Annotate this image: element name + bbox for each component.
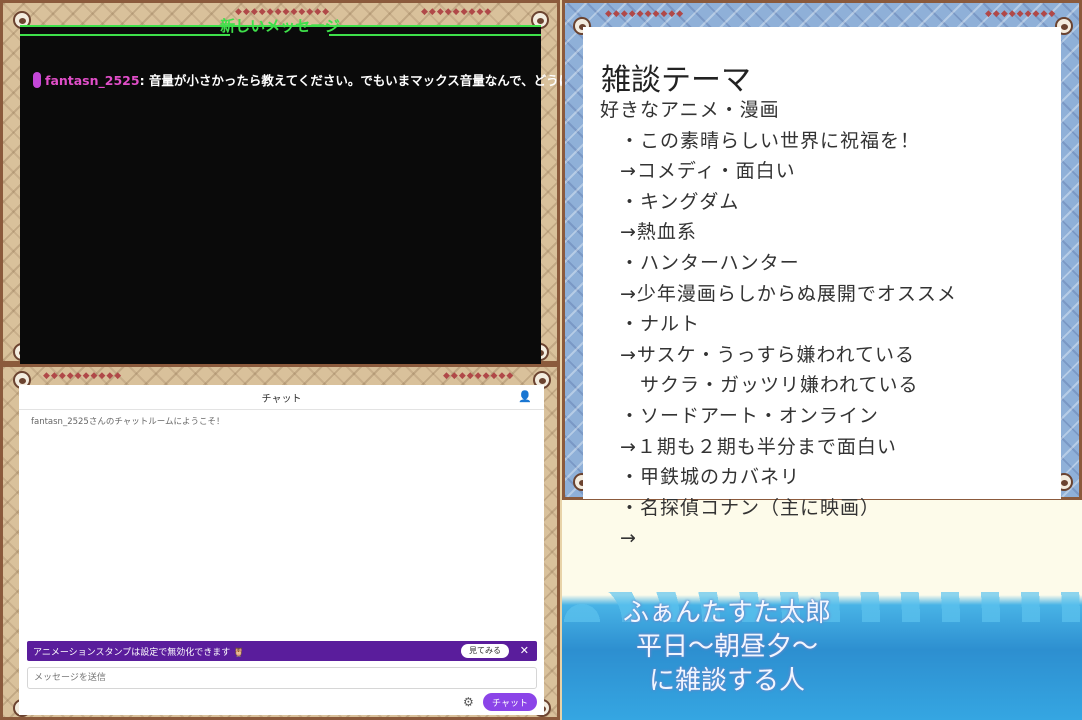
notes-line: →サスケ・うっすら嫌われている: [600, 343, 916, 366]
caption-line: に雑談する人: [648, 666, 805, 696]
caption-line: 平日～朝昼夕～: [635, 632, 818, 662]
notes-line: ・甲鉄城のカバネリ: [600, 466, 801, 489]
users-icon[interactable]: 👤: [518, 390, 532, 403]
notes-line: ・ハンターハンター: [600, 251, 800, 274]
promo-view-button[interactable]: 見てみる: [461, 644, 509, 658]
title-rule: [20, 34, 230, 36]
streamer-caption: ふぁんたすた太郎 平日～朝昼夕～ に雑談する人: [562, 596, 892, 698]
notes-line: ・ソードアート・オンライン: [600, 404, 879, 427]
send-chat-button[interactable]: チャット: [483, 693, 537, 711]
gear-icon[interactable]: ⚙: [463, 695, 474, 709]
decor-diamonds: ◆◆◆◆◆◆◆◆◆: [985, 9, 1057, 19]
notes-line: ・ナルト: [600, 313, 701, 336]
decor-diamonds: ◆◆◆◆◆◆◆◆◆: [421, 7, 493, 17]
close-icon[interactable]: ✕: [520, 644, 529, 657]
chat-welcome-message: fantasn_2525さんのチャットルームにようこそ！: [31, 417, 225, 427]
decor-diamonds: ◆◆◆◆◆◆◆◆◆◆: [605, 9, 685, 19]
notes-line: →少年漫画らしからぬ展開でオススメ: [600, 282, 957, 305]
decor-diamonds: ◆◆◆◆◆◆◆◆◆◆: [43, 371, 123, 381]
notes-title: 雑談テーマ: [601, 63, 751, 98]
notes-line: サクラ・ガッツリ嫌われている: [600, 374, 919, 397]
promo-text: アニメーションスタンプは設定で無効化できます 🦉: [33, 648, 245, 658]
notes-line: →１期も２期も半分まで面白い: [600, 435, 897, 458]
promo-banner: アニメーションスタンプは設定で無効化できます 🦉 見てみる ✕: [27, 641, 537, 661]
chat-message-input[interactable]: [27, 667, 537, 689]
title-rule: [329, 34, 541, 36]
notes-line: →コメディ・面白い: [600, 160, 796, 183]
new-message-panel: ◆◆◆◆◆◆◆◆◆◆◆◆ ◆◆◆◆◆◆◆◆◆ 新しいメッセージ fantasn_…: [0, 0, 658, 365]
notes-line: ・キングダム: [600, 190, 740, 213]
caption-line: ふぁんたすた太郎: [622, 598, 831, 628]
decor-diamonds: ◆◆◆◆◆◆◆◆◆: [443, 371, 515, 381]
chat-header: チャット 👤: [19, 385, 544, 410]
message-username: fantasn_2525: [45, 73, 140, 88]
notes-line: →: [600, 527, 637, 550]
notes-line: →熱血系: [600, 221, 697, 244]
notes-line: ・名探偵コナン（主に映画）: [600, 496, 881, 519]
notes-list: 好きなアニメ・漫画 ・この素晴らしい世界に祝福を！ →コメディ・面白い ・キング…: [600, 95, 957, 554]
chat-title: チャット: [261, 394, 302, 405]
message-panel-title: 新しいメッセージ: [220, 17, 340, 35]
chat-panel: ◆◆◆◆◆◆◆◆◆◆ ◆◆◆◆◆◆◆◆◆ チャット 👤 fantasn_2525…: [0, 364, 560, 720]
notes-line: ・この素晴らしい世界に祝福を！: [600, 129, 921, 152]
chat-window: チャット 👤 fantasn_2525さんのチャットルームにようこそ！ アニメー…: [19, 385, 544, 715]
microphone-icon: [33, 72, 41, 88]
notes-line: 好きなアニメ・漫画: [600, 99, 780, 121]
